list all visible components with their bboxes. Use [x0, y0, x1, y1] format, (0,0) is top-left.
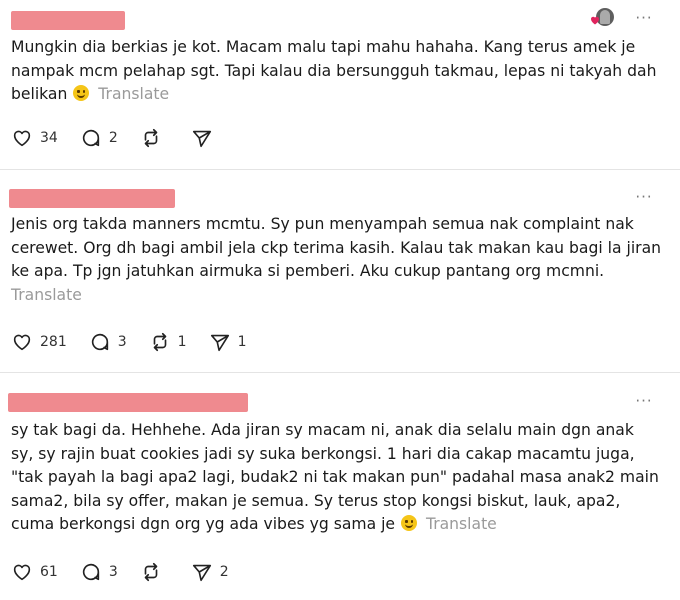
heart-icon	[13, 130, 31, 147]
post-body: Jenis org takda manners mcmtu. Sy pun me…	[11, 215, 662, 280]
post-actions: 61 3 2	[11, 561, 251, 583]
like-button[interactable]: 281	[11, 331, 67, 353]
more-options-button[interactable]: ···	[634, 11, 654, 26]
post-text: Mungkin dia berkias je kot. Macam malu t…	[11, 36, 661, 107]
repost-icon	[144, 562, 158, 582]
post-body: sy tak bagi da. Hehhehe. Ada jiran sy ma…	[11, 421, 659, 533]
reply-count: 2	[108, 130, 118, 146]
reply-button[interactable]: 3	[89, 331, 127, 353]
like-button[interactable]: 34	[11, 127, 58, 149]
comment-icon	[91, 333, 108, 351]
send-icon	[192, 130, 211, 148]
send-icon	[192, 564, 211, 582]
share-button[interactable]: 1	[209, 331, 247, 353]
reply-button[interactable]: 2	[80, 127, 118, 149]
repost-button[interactable]	[140, 127, 169, 149]
heart-icon	[13, 564, 31, 581]
translate-link[interactable]: Translate	[98, 85, 169, 103]
like-count: 34	[40, 130, 58, 146]
redacted-username	[8, 393, 248, 412]
redacted-username	[11, 11, 125, 30]
comment-icon	[82, 563, 99, 581]
send-icon	[210, 334, 229, 352]
liked-by-author-badge	[588, 8, 616, 28]
redacted-username	[9, 189, 175, 208]
translate-link[interactable]: Translate	[426, 515, 497, 533]
share-button[interactable]: 2	[191, 561, 229, 583]
comment-icon	[82, 129, 99, 147]
post-text: sy tak bagi da. Hehhehe. Ada jiran sy ma…	[11, 419, 661, 537]
repost-button[interactable]	[140, 561, 169, 583]
more-options-button[interactable]: ···	[634, 394, 654, 409]
heart-badge-icon	[591, 16, 599, 25]
smiling-face-icon	[401, 515, 417, 531]
post-text: Jenis org takda manners mcmtu. Sy pun me…	[11, 213, 661, 307]
repost-icon	[153, 332, 166, 352]
repost-count: 1	[177, 334, 187, 350]
reply-post-3: ··· sy tak bagi da. Hehhehe. Ada jiran s…	[0, 373, 680, 600]
more-options-button[interactable]: ···	[634, 190, 654, 205]
like-count: 281	[40, 334, 67, 350]
reply-post-1: ··· Mungkin dia berkias je kot. Macam ma…	[0, 0, 680, 168]
share-count: 2	[219, 564, 229, 580]
post-actions: 281 3 1 1	[11, 331, 269, 353]
reply-post-2: ··· Jenis org takda manners mcmtu. Sy pu…	[0, 170, 680, 370]
reply-button[interactable]: 3	[80, 561, 118, 583]
heart-icon	[13, 334, 31, 351]
share-button[interactable]	[191, 127, 220, 149]
laughing-face-icon	[73, 85, 90, 101]
translate-link[interactable]: Translate	[11, 286, 82, 304]
like-button[interactable]: 61	[11, 561, 58, 583]
reply-count: 3	[108, 564, 118, 580]
share-count: 1	[237, 334, 247, 350]
post-actions: 34 2	[11, 127, 242, 149]
repost-button[interactable]: 1	[149, 331, 187, 353]
like-count: 61	[40, 564, 58, 580]
repost-icon	[144, 128, 158, 148]
reply-count: 3	[117, 334, 127, 350]
